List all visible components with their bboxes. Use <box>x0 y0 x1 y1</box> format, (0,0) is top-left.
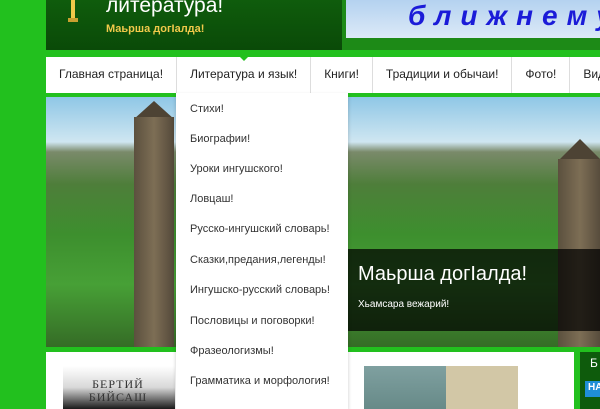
sidebar-chip[interactable]: НА <box>585 381 600 397</box>
literature-dropdown-menu: Стихи! Биографии! Уроки ингушского! Ловц… <box>176 93 348 409</box>
tower-right-roof <box>560 139 600 159</box>
dropdown-item-ing-ru-dictionary[interactable]: Ингушско-русский словарь! <box>190 284 330 296</box>
nav-item-literature[interactable]: Литература и язык! <box>177 57 312 93</box>
slider-caption: Маьрша догIалда! Хьамсара вежарий! <box>348 249 600 331</box>
tower-left <box>134 117 174 347</box>
main-nav: Главная страница! Литература и язык! Кни… <box>46 57 600 97</box>
slider-caption-subtitle: Хьамсара вежарий! <box>358 299 450 310</box>
book-cover-1[interactable]: БЕРТИЙ БИЙСАШ <box>63 366 175 409</box>
book-cover-2[interactable] <box>364 366 446 409</box>
site-subtitle: Маьрша догIалда! <box>106 23 205 35</box>
book-cover-1-title: БЕРТИЙ БИЙСАШ <box>88 377 148 404</box>
candle-icon <box>68 0 78 22</box>
dropdown-item-grammar[interactable]: Грамматика и морфология! <box>190 375 330 387</box>
nav-item-home[interactable]: Главная страница! <box>46 57 178 93</box>
banner-text: ближнему <box>408 0 600 31</box>
dropdown-item-poems[interactable]: Стихи! <box>190 103 224 115</box>
nav-item-video[interactable]: Видео <box>570 57 600 93</box>
header-banner[interactable]: ближнему <box>346 0 600 38</box>
site-title: литература! <box>106 0 224 17</box>
slider-caption-title: Маьрша догIалда! <box>358 263 528 285</box>
sidebar-chip-label: НА <box>588 382 600 393</box>
header-logo-area[interactable]: литература! Маьрша догIалда! <box>46 0 342 50</box>
nav-item-traditions[interactable]: Традиции и обычаи! <box>373 57 513 93</box>
dropdown-item-tales[interactable]: Сказки,предания,легенды! <box>190 254 326 266</box>
dropdown-item-phraseology[interactable]: Фразеологизмы! <box>190 345 274 357</box>
dropdown-item-biographies[interactable]: Биографии! <box>190 133 250 145</box>
book-cover-3[interactable] <box>446 366 518 409</box>
site-header: литература! Маьрша догIалда! ближнему <box>46 0 600 50</box>
sidebar-label: Б <box>590 356 598 370</box>
nav-item-photo[interactable]: Фото! <box>512 57 571 93</box>
dropdown-item-ru-ing-dictionary[interactable]: Русско-ингушский словарь! <box>190 223 330 235</box>
nav-item-books[interactable]: Книги! <box>311 57 373 93</box>
dropdown-item-ingush-lessons[interactable]: Уроки ингушского! <box>190 163 283 175</box>
dropdown-item-lovtsash[interactable]: Ловцаш! <box>190 193 233 205</box>
dropdown-item-proverbs[interactable]: Пословицы и поговорки! <box>190 315 315 327</box>
